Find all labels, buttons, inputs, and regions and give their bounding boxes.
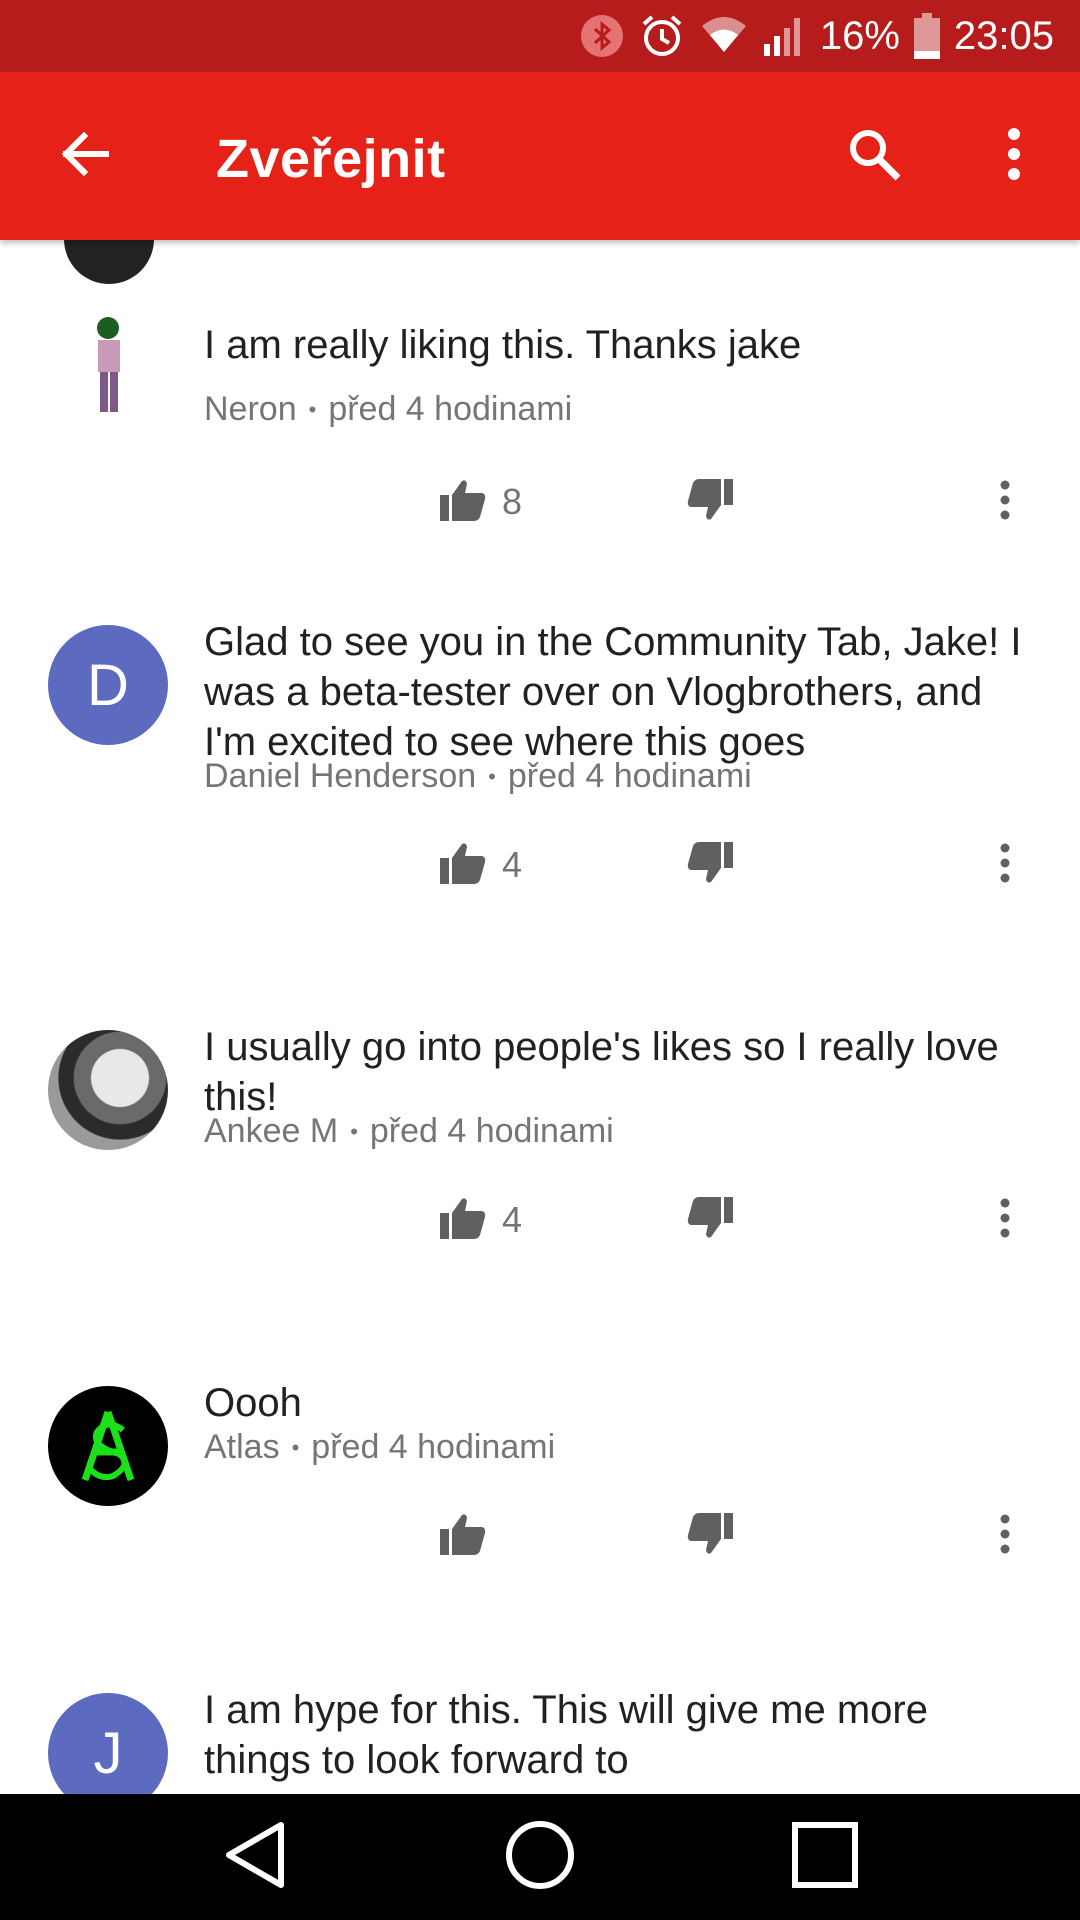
like-button[interactable]: 4 bbox=[440, 1180, 522, 1260]
alarm-icon bbox=[638, 12, 686, 60]
comment-meta: Ankee M • před 4 hodinami bbox=[204, 1112, 614, 1151]
comment-actions: 4 bbox=[0, 1180, 1080, 1260]
dislike-button[interactable] bbox=[680, 825, 740, 905]
thumb-down-icon bbox=[687, 1196, 733, 1244]
thumb-down-icon bbox=[687, 1512, 733, 1560]
more-vert-icon bbox=[1000, 480, 1010, 525]
avatar bbox=[48, 312, 168, 432]
like-button[interactable]: 8 bbox=[440, 462, 522, 542]
back-nav-button[interactable] bbox=[195, 1817, 315, 1897]
comment-time: před 4 hodinami bbox=[328, 390, 573, 428]
like-count: 8 bbox=[502, 481, 523, 522]
dislike-button[interactable] bbox=[680, 462, 740, 542]
like-button[interactable] bbox=[440, 1496, 502, 1576]
comment-text: I am hype for this. This will give me mo… bbox=[204, 1688, 928, 1782]
comment-time: před 4 hodinami bbox=[311, 1428, 556, 1466]
page-title: Zveřejnit bbox=[216, 129, 446, 189]
app-bar: Zveřejnit bbox=[0, 72, 1080, 240]
comment-time: před 4 hodinami bbox=[507, 757, 752, 795]
bluetooth-icon bbox=[580, 14, 624, 58]
more-vert-icon bbox=[1006, 127, 1022, 185]
avatar bbox=[48, 1030, 168, 1150]
comment-time: před 4 hodinami bbox=[369, 1112, 614, 1150]
navigation-bar bbox=[0, 1794, 1080, 1920]
avatar: J bbox=[48, 1693, 168, 1794]
comment-more-button[interactable] bbox=[985, 825, 1025, 905]
avatar bbox=[64, 240, 154, 284]
comment-more-button[interactable] bbox=[985, 462, 1025, 542]
thumb-down-icon bbox=[687, 478, 733, 526]
back-arrow-icon bbox=[58, 128, 110, 185]
search-button[interactable] bbox=[830, 116, 918, 196]
thumb-up-icon bbox=[440, 842, 486, 889]
comment-author[interactable]: Daniel Henderson bbox=[204, 757, 476, 796]
dislike-button[interactable] bbox=[680, 1496, 740, 1576]
comment-more-button[interactable] bbox=[985, 1180, 1025, 1260]
signal-icon bbox=[762, 14, 806, 58]
battery-icon bbox=[913, 13, 940, 59]
clock: 23:05 bbox=[953, 13, 1054, 58]
like-button[interactable]: 4 bbox=[440, 825, 522, 905]
comment-meta: Atlas • před 4 hodinami bbox=[204, 1428, 555, 1467]
comment-more-button[interactable] bbox=[985, 1496, 1025, 1576]
recents-square-icon bbox=[792, 1821, 858, 1893]
thumb-up-icon bbox=[440, 1513, 486, 1560]
comment-list[interactable]: I am really liking this. Thanks jake Ner… bbox=[0, 240, 1080, 1794]
more-vert-icon bbox=[1000, 843, 1010, 888]
wifi-icon bbox=[700, 16, 748, 56]
avatar bbox=[48, 1386, 168, 1506]
comment-actions: 4 bbox=[0, 825, 1080, 905]
back-button[interactable] bbox=[40, 116, 128, 196]
back-triangle-icon bbox=[223, 1821, 287, 1894]
comment-author[interactable]: Ankee M bbox=[204, 1112, 338, 1151]
comment-author[interactable]: Atlas bbox=[204, 1428, 280, 1467]
thumb-up-icon bbox=[440, 479, 486, 526]
comment-actions: 8 bbox=[0, 462, 1080, 542]
more-vert-icon bbox=[1000, 1514, 1010, 1559]
status-bar: 16% 23:05 bbox=[0, 0, 1080, 72]
comment-meta: Daniel Henderson • před 4 hodinami bbox=[204, 757, 752, 796]
separator-dot: • bbox=[350, 1118, 358, 1144]
home-circle-icon bbox=[504, 1819, 576, 1896]
dislike-button[interactable] bbox=[680, 1180, 740, 1260]
recents-nav-button[interactable] bbox=[765, 1817, 885, 1897]
separator-dot: • bbox=[291, 1434, 300, 1460]
separator-dot: • bbox=[308, 396, 317, 422]
separator-dot: • bbox=[488, 763, 496, 789]
battery-percent: 16% bbox=[819, 13, 900, 58]
comment-actions bbox=[0, 1496, 1080, 1576]
like-count: 4 bbox=[502, 1199, 523, 1240]
search-icon bbox=[846, 126, 902, 187]
thumb-up-icon bbox=[440, 1197, 486, 1244]
comment-author[interactable]: Neron bbox=[204, 390, 297, 429]
more-vert-icon bbox=[1000, 1198, 1010, 1243]
comment-text: Glad to see you in the Community Tab, Ja… bbox=[204, 620, 1022, 764]
more-options-button[interactable] bbox=[984, 116, 1044, 196]
home-nav-button[interactable] bbox=[480, 1817, 600, 1897]
avatar: D bbox=[48, 625, 168, 745]
comment-meta: Neron • před 4 hodinami bbox=[204, 390, 572, 429]
comment-text: I usually go into people's likes so I re… bbox=[204, 1025, 999, 1119]
comment-text: Oooh bbox=[204, 1381, 302, 1425]
thumb-down-icon bbox=[687, 841, 733, 889]
comment-text: I am really liking this. Thanks jake bbox=[204, 323, 802, 367]
like-count: 4 bbox=[502, 844, 523, 885]
